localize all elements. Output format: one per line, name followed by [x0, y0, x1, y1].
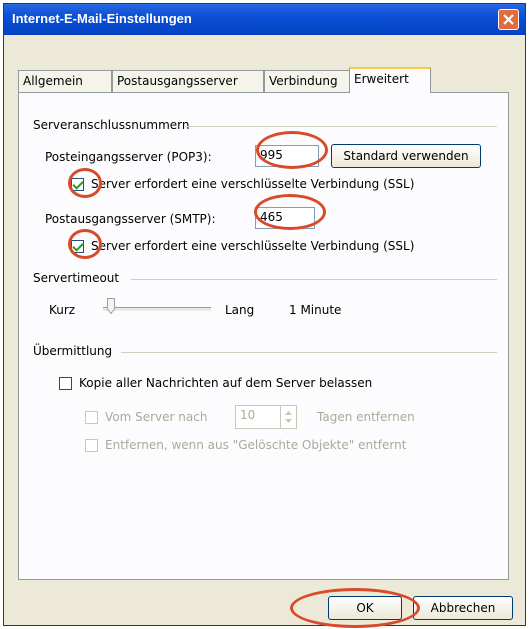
- section-divider: [131, 279, 497, 280]
- remove-after-suffix: Tagen entfernen: [317, 410, 415, 424]
- ok-button[interactable]: OK: [328, 596, 402, 620]
- use-default-label: Standard verwenden: [343, 149, 469, 163]
- incoming-ssl-checkbox[interactable]: [71, 178, 84, 191]
- cancel-button[interactable]: Abbrechen: [413, 596, 513, 620]
- tab-label: Allgemein: [23, 74, 83, 88]
- incoming-server-label: Posteingangsserver (POP3):: [45, 150, 212, 164]
- close-button[interactable]: [498, 9, 519, 30]
- tab-label: Postausgangsserver: [117, 74, 238, 88]
- section-divider: [121, 352, 497, 353]
- slider-thumb-icon: [107, 298, 115, 315]
- tab-postausgangsserver[interactable]: Postausgangsserver: [112, 70, 264, 92]
- section-server-ports: Serveranschlussnummern: [33, 118, 190, 132]
- timeout-slider-track[interactable]: [103, 307, 211, 312]
- title-bar[interactable]: Internet-E-Mail-Einstellungen: [4, 4, 525, 35]
- section-delivery: Übermittlung: [33, 344, 113, 358]
- outgoing-ssl-label: Server erfordert eine verschlüsselte Ver…: [91, 239, 415, 253]
- use-default-button[interactable]: Standard verwenden: [331, 144, 481, 168]
- outgoing-server-label: Postausgangsserver (SMTP):: [45, 212, 216, 226]
- outgoing-port-value: 465: [260, 210, 283, 224]
- timeout-long-label: Lang: [225, 303, 255, 317]
- tab-allgemein[interactable]: Allgemein: [18, 70, 112, 92]
- timeout-short-label: Kurz: [49, 303, 76, 317]
- timeout-value: 1 Minute: [289, 303, 342, 317]
- outgoing-port-input[interactable]: 465: [255, 207, 315, 229]
- close-icon: [503, 14, 514, 25]
- remove-after-label: Vom Server nach: [105, 410, 208, 424]
- cancel-label: Abbrechen: [430, 601, 496, 615]
- timeout-slider-thumb[interactable]: [107, 298, 115, 315]
- remove-after-days-input[interactable]: 10: [235, 405, 297, 429]
- keep-copy-label: Kopie aller Nachrichten auf dem Server b…: [79, 376, 373, 390]
- remove-deleted-checkbox[interactable]: [85, 439, 98, 452]
- incoming-port-value: 995: [260, 148, 283, 162]
- ok-label: OK: [356, 601, 374, 615]
- section-divider: [185, 126, 497, 127]
- section-server-timeout: Servertimeout: [33, 271, 120, 285]
- tab-erweitert[interactable]: Erweitert: [349, 67, 431, 93]
- window-title: Internet-E-Mail-Einstellungen: [12, 11, 192, 26]
- spinner-arrows-icon: [285, 411, 292, 423]
- remove-deleted-label: Entfernen, wenn aus "Gelöschte Objekte" …: [105, 438, 407, 452]
- outgoing-ssl-checkbox[interactable]: [71, 240, 84, 253]
- days-spinner[interactable]: [280, 406, 296, 428]
- tab-label: Erweitert: [354, 72, 409, 86]
- keep-copy-checkbox[interactable]: [59, 377, 72, 390]
- tab-panel-erweitert: Serveranschlussnummern Posteingangsserve…: [18, 92, 509, 580]
- tab-verbindung[interactable]: Verbindung: [264, 70, 350, 92]
- remove-after-checkbox[interactable]: [85, 411, 98, 424]
- settings-dialog: Internet-E-Mail-Einstellungen Allgemein …: [3, 3, 526, 626]
- remove-after-days-value: 10: [240, 408, 256, 422]
- incoming-ssl-label: Server erfordert eine verschlüsselte Ver…: [91, 177, 415, 191]
- incoming-port-input[interactable]: 995: [255, 145, 319, 167]
- tab-label: Verbindung: [269, 74, 338, 88]
